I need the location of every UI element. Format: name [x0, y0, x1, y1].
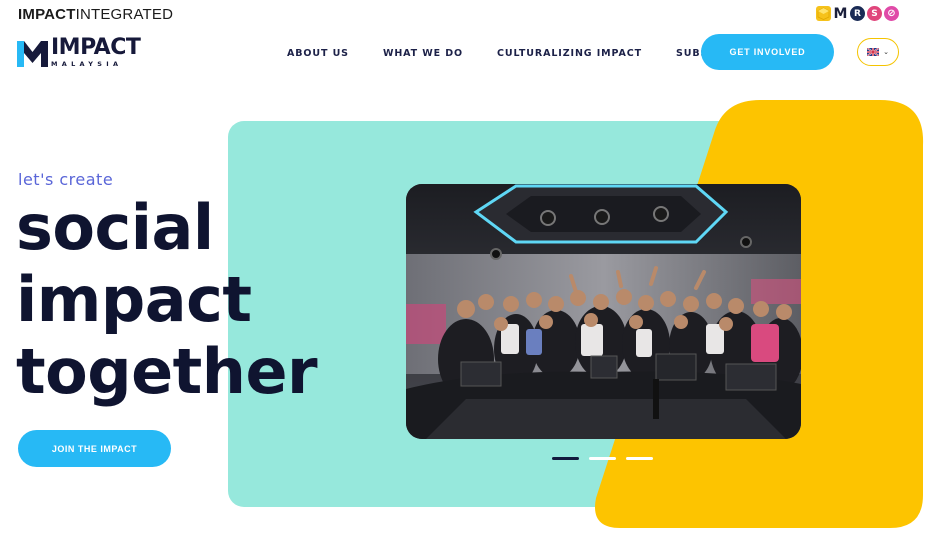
r-brand-icon[interactable]: R [850, 6, 865, 21]
brand-icons: M R S ⊘ [816, 6, 899, 22]
hero-group-photo [406, 184, 801, 439]
get-involved-button[interactable]: GET INVOLVED [701, 34, 834, 70]
s-brand-icon[interactable]: S [867, 6, 882, 21]
impact-malaysia-logo[interactable]: IMPACT MALAYSIA [17, 35, 141, 68]
headline-line-3: together [16, 335, 318, 408]
hero-eyebrow: let's create [18, 170, 114, 189]
language-selector[interactable]: ⌄ [857, 38, 899, 66]
m-brand-icon[interactable]: M [833, 6, 848, 22]
logo-sub-text: MALAYSIA [51, 60, 123, 68]
hero-headline: social impact together [16, 191, 318, 408]
impact-integrated-wordmark[interactable]: IMPACTINTEGRATED [18, 6, 173, 23]
slider-dot-1[interactable] [552, 457, 579, 460]
cube-brand-icon[interactable] [816, 6, 831, 21]
integrated-bold: IMPACT [18, 6, 76, 23]
integrated-topbar: IMPACTINTEGRATED M R S ⊘ [0, 0, 930, 30]
integrated-rest: INTEGRATED [75, 6, 174, 23]
slider-dot-2[interactable] [589, 457, 616, 460]
nav-culturalizing-impact[interactable]: CULTURALIZING IMPACT [497, 48, 642, 59]
hero-slider-dots [552, 457, 653, 460]
logo-main-text: IMPACT [51, 35, 141, 60]
logo-mark-icon [17, 40, 48, 67]
join-the-impact-button[interactable]: JOIN THE IMPACT [18, 430, 171, 467]
uk-flag-icon [867, 48, 880, 56]
headline-line-2: impact [16, 263, 252, 336]
nav-about-us[interactable]: ABOUT US [287, 48, 349, 59]
nav-what-we-do[interactable]: WHAT WE DO [383, 48, 463, 59]
slider-dot-3[interactable] [626, 457, 653, 460]
group-photo-illustration [406, 184, 801, 439]
headline-line-1: social [16, 191, 214, 264]
chevron-down-icon: ⌄ [883, 48, 889, 56]
slash-brand-icon[interactable]: ⊘ [884, 6, 899, 21]
